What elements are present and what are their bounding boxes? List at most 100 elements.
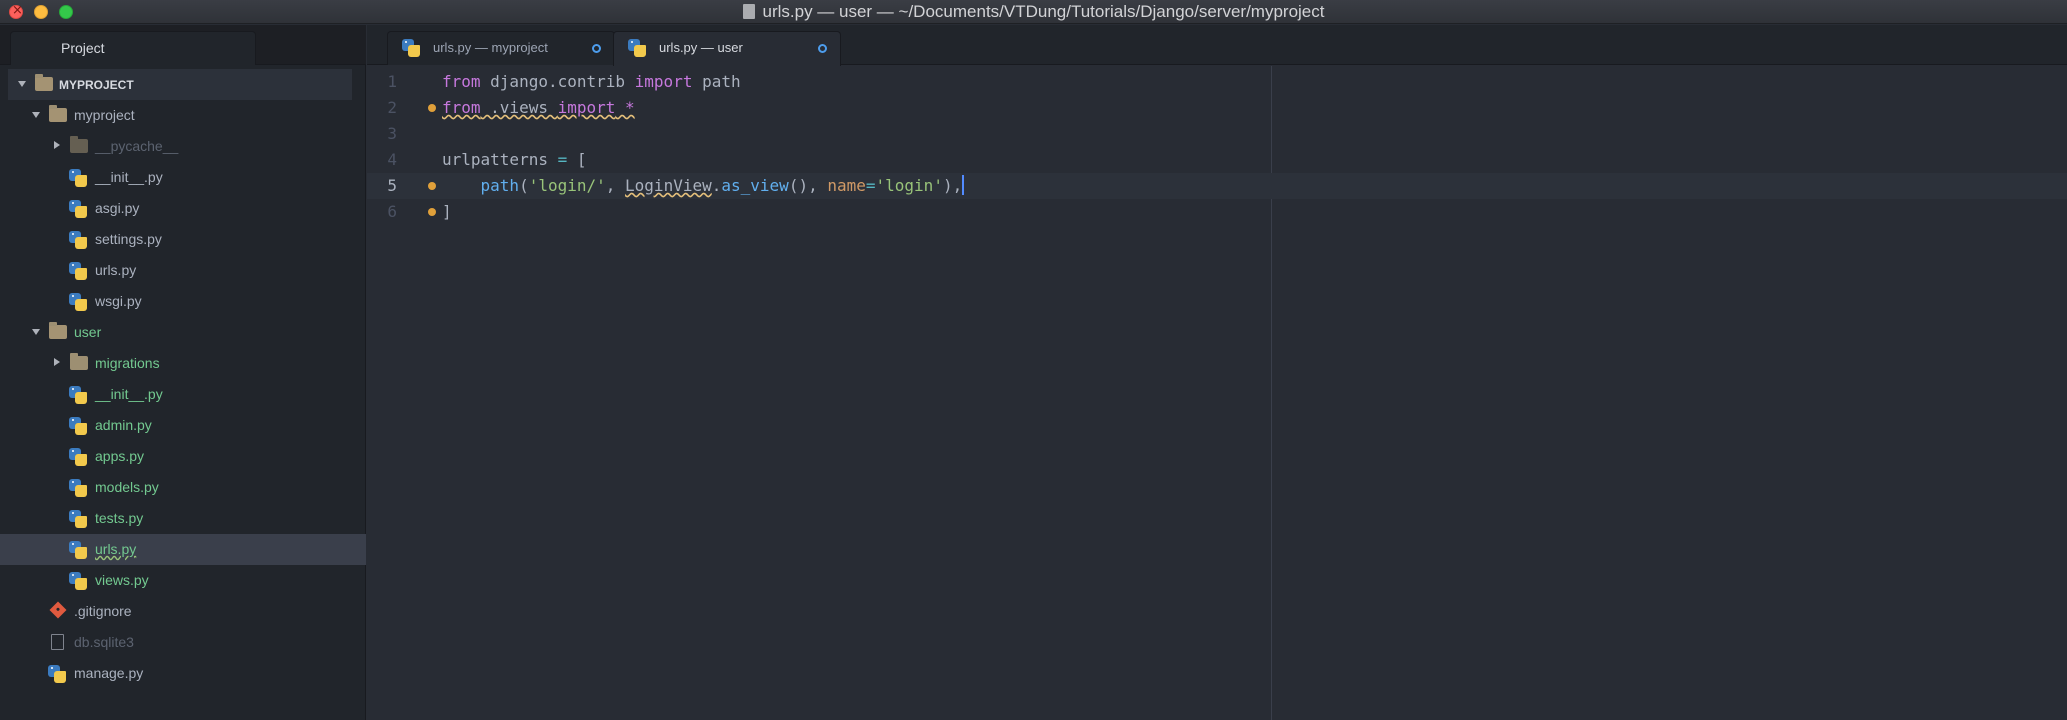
- tree-item-label: myproject: [74, 107, 135, 123]
- code-text[interactable]: urlpatterns = [: [442, 147, 587, 173]
- python-file-icon: [69, 386, 87, 404]
- tree-item-label: asgi.py: [95, 200, 140, 216]
- project-tab-label: Project: [61, 40, 105, 56]
- tree-item-label: models.py: [95, 479, 159, 495]
- line-number: 4: [387, 150, 397, 169]
- python-file-icon: [48, 665, 66, 683]
- python-file-icon: [69, 448, 87, 466]
- tree-item-label: admin.py: [95, 417, 152, 433]
- tree-item-file[interactable]: apps.py: [0, 441, 366, 472]
- tree-item-folder[interactable]: migrations: [0, 348, 366, 379]
- code-text[interactable]: path('login/', LoginView.as_view(), name…: [442, 173, 965, 199]
- sidebar-tab-bar: Project: [0, 25, 366, 65]
- folder-open-icon: [49, 105, 67, 122]
- code-line[interactable]: 4 urlpatterns = [: [367, 147, 2067, 173]
- code-line[interactable]: 1 from django.contrib import path: [367, 69, 2067, 95]
- tree-item-label: settings.py: [95, 231, 162, 247]
- python-file-icon: [402, 39, 420, 57]
- tree-item-file[interactable]: wsgi.py: [0, 286, 366, 317]
- editor-tab-bar: urls.py — myproject urls.py — user: [367, 25, 2067, 66]
- window-title-text: urls.py — user — ~/Documents/VTDung/Tuto…: [762, 2, 1325, 21]
- project-tab[interactable]: Project: [10, 31, 256, 65]
- python-file-icon: [69, 200, 87, 218]
- git-modified-dot-icon: [428, 182, 436, 190]
- python-file-icon: [69, 417, 87, 435]
- chevron-right-icon[interactable]: [54, 141, 60, 149]
- tree-item-file[interactable]: __init__.py: [0, 162, 366, 193]
- tree-item-label: urls.py: [95, 541, 137, 557]
- python-file-icon: [69, 262, 87, 280]
- tree-item-label: migrations: [95, 355, 160, 371]
- line-number: 3: [387, 124, 397, 143]
- tree-item-file[interactable]: admin.py: [0, 410, 366, 441]
- git-modified-dot-icon: [428, 208, 436, 216]
- line-number: 5: [387, 176, 397, 195]
- tree-item-label: db.sqlite3: [74, 634, 134, 650]
- folder-icon: [70, 353, 88, 370]
- tree-item-file[interactable]: views.py: [0, 565, 366, 596]
- tree-item-file[interactable]: .gitignore: [0, 596, 366, 627]
- tree-item-label: manage.py: [74, 665, 144, 681]
- tree-item-file-selected[interactable]: urls.py: [0, 534, 366, 565]
- folder-open-icon: [49, 322, 67, 339]
- tree-item-label: wsgi.py: [95, 293, 142, 309]
- tree-item-label: user: [74, 324, 102, 340]
- code-line[interactable]: 2 from .views import *: [367, 95, 2067, 121]
- tree-item-folder[interactable]: user: [0, 317, 366, 348]
- tree-item-label: tests.py: [95, 510, 144, 526]
- tab-urls-user[interactable]: urls.py — user: [613, 31, 841, 66]
- code-text[interactable]: from .views import *: [442, 95, 635, 121]
- code-line-current[interactable]: 5 path('login/', LoginView.as_view(), na…: [367, 173, 2067, 199]
- chevron-down-icon[interactable]: [32, 112, 40, 118]
- tree-item-file[interactable]: asgi.py: [0, 193, 366, 224]
- code-text[interactable]: from django.contrib import path: [442, 69, 741, 95]
- python-file-icon: [69, 510, 87, 528]
- tree-item-file[interactable]: __init__.py: [0, 379, 366, 410]
- code-editor[interactable]: 1 from django.contrib import path 2 from…: [367, 66, 2067, 720]
- python-file-icon: [628, 39, 646, 57]
- tree-item-label: .gitignore: [74, 603, 132, 619]
- tree-item-label: __init__.py: [95, 169, 163, 185]
- document-icon: [742, 4, 755, 19]
- modified-indicator-icon[interactable]: [592, 44, 601, 53]
- python-file-icon: [69, 479, 87, 497]
- code-line[interactable]: 6 ]: [367, 199, 2067, 225]
- tree-item-file[interactable]: settings.py: [0, 224, 366, 255]
- line-number: 2: [387, 98, 397, 117]
- chevron-down-icon[interactable]: [18, 81, 26, 87]
- text-cursor: [962, 175, 965, 195]
- line-number: 1: [387, 72, 397, 91]
- git-modified-dot-icon: [428, 104, 436, 112]
- python-file-icon: [69, 293, 87, 311]
- tree-item-file[interactable]: models.py: [0, 472, 366, 503]
- python-file-icon: [69, 541, 87, 559]
- tree-item-folder[interactable]: myproject: [0, 100, 366, 131]
- file-icon: [51, 634, 64, 650]
- window-title: urls.py — user — ~/Documents/VTDung/Tuto…: [0, 0, 2067, 24]
- tree-item-label: __pycache__: [95, 138, 179, 154]
- tab-label: urls.py — user: [659, 40, 743, 55]
- tree-item-label: __init__.py: [95, 386, 163, 402]
- line-number: 6: [387, 202, 397, 221]
- folder-icon: [70, 136, 88, 153]
- tree-item-label: views.py: [95, 572, 149, 588]
- modified-indicator-icon[interactable]: [818, 44, 827, 53]
- tab-label: urls.py — myproject: [433, 40, 548, 55]
- folder-open-icon: [35, 74, 53, 91]
- python-file-icon: [69, 169, 87, 187]
- code-line[interactable]: 3: [367, 121, 2067, 147]
- code-text[interactable]: ]: [442, 199, 452, 225]
- tab-urls-myproject[interactable]: urls.py — myproject: [387, 31, 615, 65]
- tree-item-file[interactable]: manage.py: [0, 658, 366, 689]
- chevron-down-icon[interactable]: [32, 329, 40, 335]
- tree-item-root[interactable]: MYPROJECT: [8, 69, 352, 100]
- tree-item-file[interactable]: tests.py: [0, 503, 366, 534]
- tree-item-file[interactable]: db.sqlite3: [0, 627, 366, 658]
- tree-item-folder[interactable]: __pycache__: [0, 131, 366, 162]
- tree-item-label: apps.py: [95, 448, 145, 464]
- tree-item-label: MYPROJECT: [59, 78, 134, 92]
- chevron-right-icon[interactable]: [54, 358, 60, 366]
- project-sidebar: Project MYPROJECT myproject __pycache__ …: [0, 25, 366, 720]
- title-bar: urls.py — user — ~/Documents/VTDung/Tuto…: [0, 0, 2067, 24]
- tree-item-file[interactable]: urls.py: [0, 255, 366, 286]
